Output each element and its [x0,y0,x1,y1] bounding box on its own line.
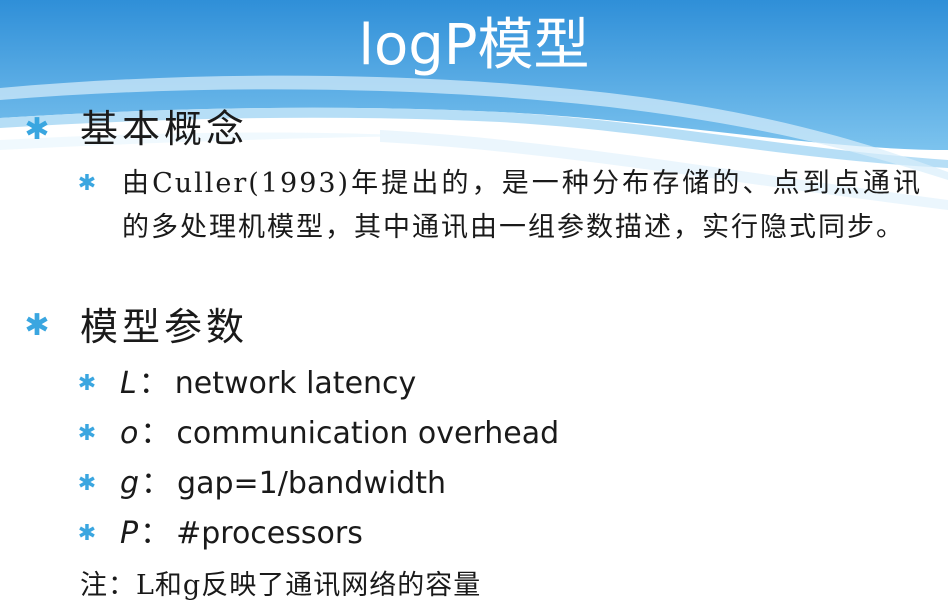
param-symbol: o [120,416,139,451]
param-separator: ： [140,516,171,551]
param-gap: g： gap=1/bandwidth [120,464,446,504]
section-heading-model-params: 模型参数 [80,305,249,349]
footnote: 注：L和g反映了通讯网络的容量 [80,570,482,601]
asterisk-icon: ✱ [77,471,97,496]
param-description: gap=1/bandwidth [177,466,447,501]
section-heading-basic-concept: 基本概念 [80,107,249,151]
asterisk-icon: ✱ [77,521,97,546]
asterisk-icon: ✱ [77,421,97,446]
param-separator: ： [140,416,171,451]
param-symbol: P [120,516,139,551]
asterisk-icon: ✱ [77,371,97,396]
param-separator: ： [138,366,169,401]
slide-body: ✱ 基本概念 ✱ 由Culler(1993)年提出的，是一种分布存储的、点到点通… [0,0,948,615]
param-processors: P： #processors [120,514,363,554]
asterisk-icon: ✱ [77,171,97,196]
param-symbol: g [120,466,140,501]
param-separator: ： [141,466,172,501]
param-symbol: L [120,366,137,401]
param-description: communication overhead [176,416,560,451]
concept-paragraph: 由Culler(1993)年提出的，是一种分布存储的、点到点通讯的多处理机模型，… [122,168,922,243]
param-latency: L： network latency [120,364,416,404]
param-description: #processors [176,516,363,551]
asterisk-icon: ✱ [24,308,50,343]
param-overhead: o： communication overhead [120,414,559,454]
asterisk-icon: ✱ [24,112,50,147]
param-description: network latency [174,366,417,401]
